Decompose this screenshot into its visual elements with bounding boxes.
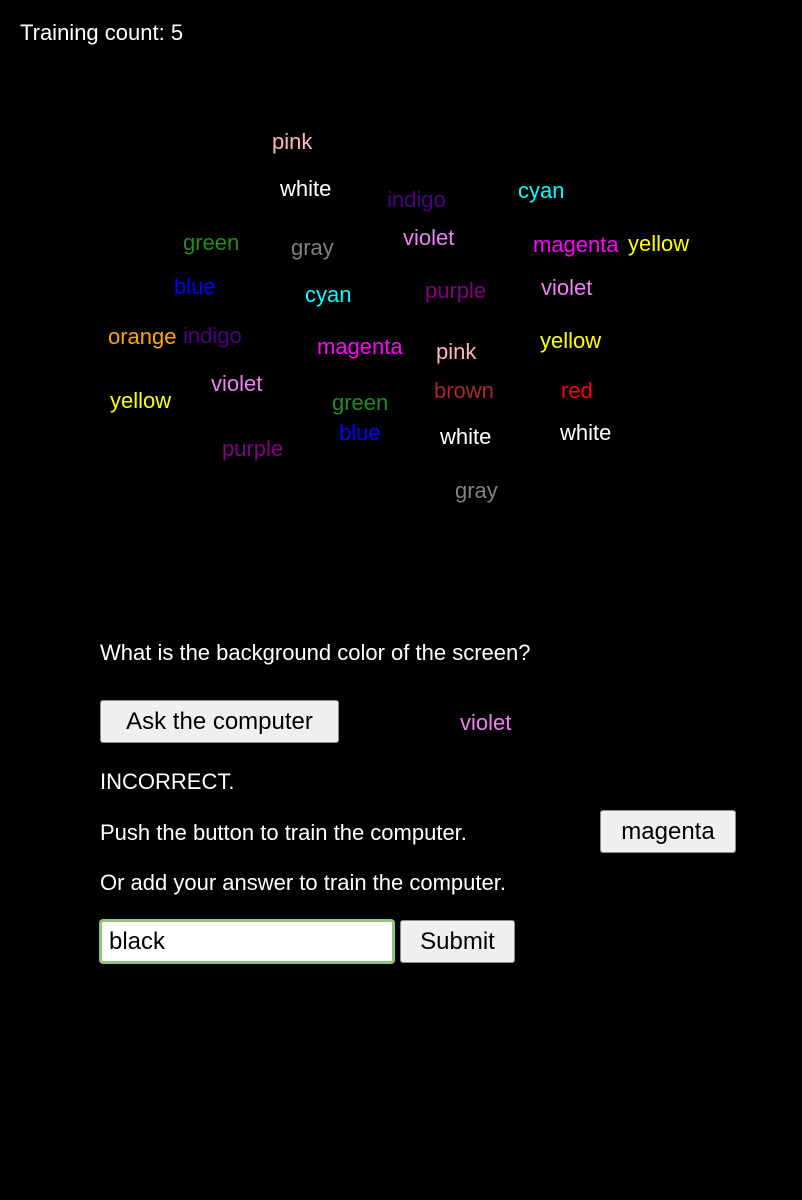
ask-computer-button[interactable]: Ask the computer: [100, 700, 339, 743]
color-word-blue: blue: [174, 274, 216, 299]
color-word-purple: purple: [222, 436, 284, 461]
color-word-yellow: yellow: [110, 388, 172, 413]
color-word-purple: purple: [425, 278, 487, 303]
color-word-green: green: [332, 390, 389, 415]
color-word-pink: pink: [436, 339, 477, 364]
question-text: What is the background color of the scre…: [100, 640, 531, 665]
color-word-brown: brown: [434, 378, 494, 403]
color-word-magenta: magenta: [317, 334, 403, 359]
color-word-blue: blue: [339, 420, 381, 445]
color-word-white: white: [440, 424, 492, 449]
color-word-indigo: indigo: [183, 323, 242, 348]
color-word-violet: violet: [403, 225, 455, 250]
train-color-button[interactable]: magenta: [600, 810, 736, 853]
word-cloud: pink white indigo cyan green gray violet magent…: [0, 0, 802, 560]
page: Training count: 5 pink white indigo cyan gre…: [0, 0, 802, 1200]
color-word-orange: orange: [108, 324, 177, 349]
color-word-gray: gray: [291, 235, 334, 260]
color-word-yellow: yellow: [540, 328, 602, 353]
color-word-yellow: yellow: [628, 231, 690, 256]
color-word-cyan: cyan: [305, 282, 352, 307]
color-word-magenta: magenta: [533, 232, 619, 257]
color-word-red: red: [561, 378, 593, 403]
color-word-white: white: [560, 420, 612, 445]
add-answer-prompt: Or add your answer to train the computer…: [100, 870, 506, 895]
train-prompt: Push the button to train the computer.: [100, 820, 467, 845]
color-word-white: white: [280, 176, 332, 201]
color-word-indigo: indigo: [387, 187, 446, 212]
color-word-pink: pink: [272, 129, 313, 154]
color-word-gray: gray: [455, 478, 498, 503]
computer-answer: violet: [460, 710, 512, 735]
color-word-cyan: cyan: [518, 178, 565, 203]
color-word-violet: violet: [541, 275, 593, 300]
answer-input[interactable]: [99, 919, 395, 964]
color-word-violet: violet: [211, 371, 263, 396]
submit-button[interactable]: Submit: [400, 920, 515, 963]
result-text: INCORRECT.: [100, 769, 235, 794]
color-word-green: green: [183, 230, 240, 255]
